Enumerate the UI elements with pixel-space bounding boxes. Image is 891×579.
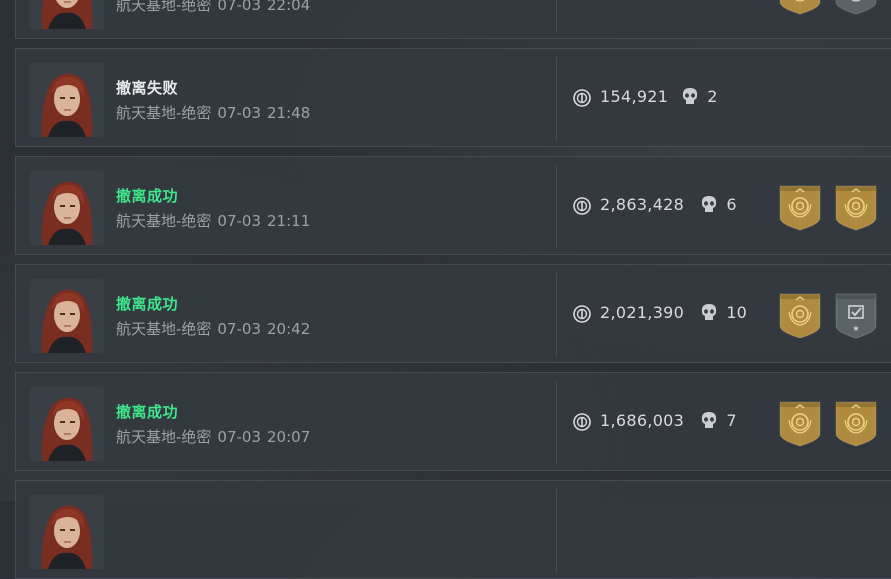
match-record-row[interactable]: 撤离成功 航天基地-绝密 07-03 20:42 2,021,390 10 ★: [15, 264, 891, 363]
map-mode-label: 航天基地-绝密: [116, 104, 212, 122]
money-earned: 1,686,003: [600, 411, 685, 430]
operator-avatar: [30, 63, 104, 137]
gold-shield-badge-icon[interactable]: [834, 184, 878, 232]
skull-icon: [700, 411, 718, 431]
match-meta: [116, 534, 134, 552]
match-date: 07-03: [217, 212, 262, 230]
kill-count: 6: [726, 195, 737, 214]
match-time: 20:42: [267, 320, 311, 338]
operator-avatar: [30, 171, 104, 245]
operator-avatar: [30, 495, 104, 569]
extraction-status: 撤离成功: [116, 187, 179, 205]
kill-count: 10: [726, 303, 747, 322]
operator-avatar: [30, 0, 104, 29]
extraction-status: 撤离失败: [116, 79, 179, 97]
silver-check-shield-badge-icon[interactable]: ★: [834, 292, 878, 340]
match-meta: 航天基地-绝密 07-03 22:04: [116, 0, 316, 15]
coin-icon: [573, 197, 591, 215]
silver-shield-badge-icon[interactable]: [834, 0, 878, 16]
skull-icon: [681, 87, 699, 107]
match-date: 07-03: [217, 320, 262, 338]
money-earned: 2,021,390: [600, 303, 685, 322]
gold-shield-badge-icon[interactable]: [778, 0, 822, 16]
kill-count: 7: [726, 411, 737, 430]
coin-icon: [573, 89, 591, 107]
row-divider: [556, 273, 557, 356]
svg-text:★: ★: [852, 324, 859, 333]
match-date: 07-03: [217, 428, 262, 446]
row-divider: [556, 0, 557, 32]
gold-shield-badge-icon[interactable]: [778, 292, 822, 340]
match-record-row[interactable]: 撤离失败 航天基地-绝密 07-03 21:48 154,921 2: [15, 48, 891, 147]
match-record-row[interactable]: [15, 480, 891, 579]
match-time: 20:07: [267, 428, 311, 446]
match-date: 07-03: [217, 0, 262, 14]
coin-icon: [573, 305, 591, 323]
map-mode-label: 航天基地-绝密: [116, 212, 212, 230]
row-divider: [556, 381, 557, 464]
map-mode-label: 航天基地-绝密: [116, 0, 212, 14]
money-earned: 2,863,428: [600, 195, 685, 214]
row-divider: [556, 165, 557, 248]
match-date: 07-03: [217, 104, 262, 122]
match-time: 22:04: [267, 0, 311, 14]
coin-icon: [573, 413, 591, 431]
match-meta: 航天基地-绝密 07-03 20:42: [116, 318, 316, 339]
money-earned: 154,921: [600, 87, 669, 106]
match-record-row[interactable]: 撤离成功 航天基地-绝密 07-03 20:07 1,686,003 7: [15, 372, 891, 471]
match-time: 21:11: [267, 212, 311, 230]
match-meta: 航天基地-绝密 07-03 21:48: [116, 102, 316, 123]
map-mode-label: 航天基地-绝密: [116, 428, 212, 446]
extraction-status: 撤离成功: [116, 295, 179, 313]
skull-icon: [700, 195, 718, 215]
skull-icon: [700, 303, 718, 323]
operator-avatar: [30, 387, 104, 461]
match-time: 21:48: [267, 104, 311, 122]
match-meta: 航天基地-绝密 07-03 21:11: [116, 210, 316, 231]
kill-count: 2: [707, 87, 718, 106]
match-record-row[interactable]: 撤离成功 航天基地-绝密 07-03 21:11 2,863,428 6: [15, 156, 891, 255]
extraction-status: 撤离成功: [116, 403, 179, 421]
map-mode-label: 航天基地-绝密: [116, 320, 212, 338]
match-history-list: 航天基地-绝密 07-03 22:04 撤离失败 航天基地-绝密 07-03 2…: [0, 0, 891, 579]
operator-avatar: [30, 279, 104, 353]
gold-shield-badge-icon[interactable]: [778, 400, 822, 448]
row-divider: [556, 57, 557, 140]
gold-shield-badge-icon[interactable]: [834, 400, 878, 448]
match-record-row[interactable]: 航天基地-绝密 07-03 22:04: [15, 0, 891, 39]
gold-shield-badge-icon[interactable]: [778, 184, 822, 232]
match-meta: 航天基地-绝密 07-03 20:07: [116, 426, 316, 447]
row-divider: [556, 489, 557, 572]
